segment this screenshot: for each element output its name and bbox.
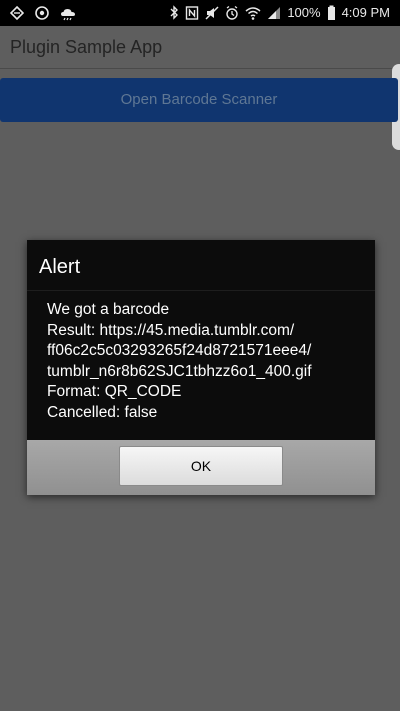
alert-dialog: Alert We got a barcode Result: https://4… — [27, 240, 375, 495]
dialog-message: We got a barcode Result: https://45.medi… — [47, 300, 365, 423]
dialog-message-line: Cancelled: false — [47, 403, 158, 421]
dialog-message-line: Result: https://45.media.tumblr.com/ — [47, 321, 295, 339]
modal-overlay: Alert We got a barcode Result: https://4… — [0, 0, 400, 711]
dialog-title: Alert — [39, 256, 81, 278]
dialog-message-line: Format: QR_CODE — [47, 383, 182, 400]
dialog-title-bar: Alert — [27, 240, 375, 291]
dialog-message-line: tumblr_n6r8b62SJC1tbhzz6o1_400.gif — [47, 362, 312, 380]
dialog-button-bar: OK — [27, 440, 375, 495]
dialog-message-line: We got a barcode — [47, 301, 170, 318]
dialog-message-line: ff06c2c5c03293265f24d8721571eee4/ — [47, 342, 312, 359]
ok-button[interactable]: OK — [119, 446, 283, 486]
